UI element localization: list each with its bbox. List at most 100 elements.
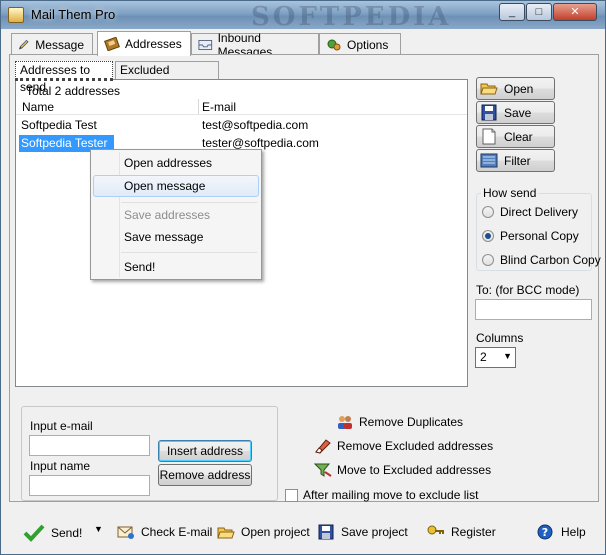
move-excluded-action[interactable]: Move to Excluded addresses bbox=[314, 462, 491, 478]
column-divider[interactable] bbox=[198, 99, 199, 115]
after-mailing-checkbox[interactable]: After mailing move to exclude list bbox=[285, 488, 478, 502]
subtab-excluded-addresses[interactable]: Excluded addresses bbox=[115, 61, 219, 94]
open-project-icon bbox=[217, 527, 235, 539]
filter-icon bbox=[480, 153, 498, 168]
menu-item-save-message[interactable]: Save message bbox=[93, 226, 259, 248]
help-button[interactable]: ? Help bbox=[537, 524, 586, 540]
tab-addresses[interactable]: Addresses bbox=[97, 31, 191, 56]
help-label: Help bbox=[561, 525, 586, 539]
users-icon bbox=[338, 416, 352, 429]
close-button[interactable]: ✕ bbox=[553, 3, 597, 21]
tab-options[interactable]: Options bbox=[319, 33, 401, 55]
main-tabs: Message Addresses Inbound Messages Optio… bbox=[9, 31, 599, 59]
radio-circle bbox=[482, 254, 494, 266]
open-button[interactable]: Open bbox=[476, 77, 555, 100]
open-project-button[interactable]: Open project bbox=[217, 524, 310, 540]
menu-separator bbox=[121, 202, 257, 203]
bottom-toolbar: Send! ▼ Check E-mail Open project Save p… bbox=[1, 506, 605, 554]
main-window: Mail Them Pro SOFTPEDIA _ □ ✕ Message Ad… bbox=[0, 0, 606, 555]
remove-address-button[interactable]: Remove address bbox=[158, 464, 252, 486]
tab-message[interactable]: Message bbox=[11, 33, 93, 55]
how-send-label: How send bbox=[481, 186, 539, 200]
move-excluded-label: Move to Excluded addresses bbox=[337, 463, 492, 477]
eraser-icon bbox=[315, 439, 331, 454]
context-menu: Open addresses Open message Save address… bbox=[90, 149, 262, 280]
save-disk-icon bbox=[481, 104, 497, 121]
menu-item-open-message[interactable]: Open message bbox=[93, 175, 259, 197]
menu-item-send[interactable]: Send! bbox=[93, 256, 259, 278]
window-title: Mail Them Pro bbox=[31, 7, 116, 22]
inbox-icon bbox=[198, 39, 213, 50]
clear-button-label: Clear bbox=[504, 129, 533, 144]
clear-page-icon bbox=[482, 128, 496, 145]
tab-addresses-label: Addresses bbox=[125, 37, 182, 51]
save-project-icon bbox=[318, 524, 334, 540]
radio-direct-delivery[interactable]: Direct Delivery bbox=[482, 205, 578, 219]
funnel-icon bbox=[314, 463, 332, 477]
table-row[interactable]: Softpedia Test test@softpedia.com bbox=[16, 117, 467, 134]
input-name-label: Input name bbox=[30, 459, 91, 473]
key-icon bbox=[427, 525, 444, 535]
checkmark-icon bbox=[23, 524, 45, 542]
radio-label: Blind Carbon Copy bbox=[500, 253, 601, 267]
register-label: Register bbox=[451, 525, 496, 539]
watermark: SOFTPEDIA bbox=[251, 2, 452, 32]
columns-label: Columns bbox=[476, 331, 524, 345]
input-name-field[interactable] bbox=[29, 475, 150, 496]
minimize-button[interactable]: _ bbox=[499, 3, 525, 21]
subtab-addresses-to-send[interactable]: Addresses to send bbox=[15, 61, 113, 94]
input-email-label: Input e-mail bbox=[30, 419, 93, 433]
send-dropdown-arrow-icon[interactable]: ▼ bbox=[94, 524, 103, 534]
filter-button[interactable]: Filter bbox=[476, 149, 555, 172]
check-email-button[interactable]: Check E-mail bbox=[117, 524, 212, 540]
input-email-field[interactable] bbox=[29, 435, 150, 456]
open-folder-icon bbox=[480, 83, 498, 95]
radio-label: Personal Copy bbox=[500, 229, 579, 243]
save-project-label: Save project bbox=[341, 525, 408, 539]
register-button[interactable]: Register bbox=[427, 524, 496, 540]
radio-blind-carbon-copy[interactable]: Blind Carbon Copy bbox=[482, 253, 601, 267]
columns-select[interactable]: 2 ▼ bbox=[475, 347, 516, 368]
to-bcc-label: To: (for BCC mode) bbox=[476, 283, 580, 297]
send-button[interactable]: Send! bbox=[23, 524, 82, 542]
radio-circle bbox=[482, 206, 494, 218]
clear-button[interactable]: Clear bbox=[476, 125, 555, 148]
address-book-icon bbox=[104, 37, 120, 51]
checkbox-box bbox=[285, 488, 298, 502]
app-icon bbox=[8, 7, 24, 23]
pencil-icon bbox=[18, 39, 29, 49]
radio-personal-copy[interactable]: Personal Copy bbox=[482, 229, 579, 243]
menu-separator bbox=[121, 252, 257, 253]
row-name: Softpedia Test bbox=[21, 118, 97, 132]
help-icon: ? bbox=[537, 524, 553, 540]
remove-duplicates-label: Remove Duplicates bbox=[359, 415, 464, 429]
save-button[interactable]: Save bbox=[476, 101, 555, 124]
save-button-label: Save bbox=[504, 105, 532, 120]
tab-options-label: Options bbox=[347, 37, 389, 52]
send-label: Send! bbox=[51, 526, 83, 540]
remove-excluded-label: Remove Excluded addresses bbox=[337, 439, 494, 453]
save-project-button[interactable]: Save project bbox=[317, 524, 408, 540]
maximize-button[interactable]: □ bbox=[526, 3, 552, 21]
check-email-label: Check E-mail bbox=[141, 525, 213, 539]
to-bcc-input[interactable] bbox=[475, 299, 592, 320]
menu-item-save-addresses: Save addresses bbox=[124, 208, 211, 222]
tab-inbound-messages[interactable]: Inbound Messages bbox=[191, 31, 319, 59]
insert-address-button[interactable]: Insert address bbox=[158, 440, 252, 462]
menu-item-open-addresses[interactable]: Open addresses bbox=[93, 152, 259, 174]
radio-label: Direct Delivery bbox=[500, 205, 579, 219]
title-bar[interactable]: Mail Them Pro SOFTPEDIA _ □ ✕ bbox=[1, 1, 605, 32]
filter-button-label: Filter bbox=[504, 153, 531, 168]
svg-text:?: ? bbox=[542, 526, 548, 539]
radio-circle-selected bbox=[482, 230, 494, 242]
column-header-name[interactable]: Name bbox=[22, 100, 54, 114]
open-button-label: Open bbox=[504, 81, 534, 96]
column-header-email[interactable]: E-mail bbox=[202, 100, 236, 114]
dropdown-arrow-icon: ▼ bbox=[503, 351, 512, 361]
tab-message-label: Message bbox=[35, 37, 84, 52]
envelope-icon bbox=[117, 526, 134, 539]
row-email: test@softpedia.com bbox=[202, 118, 309, 132]
remove-excluded-action[interactable]: Remove Excluded addresses bbox=[314, 438, 493, 454]
remove-duplicates-action[interactable]: Remove Duplicates bbox=[336, 414, 463, 430]
options-icon bbox=[327, 39, 341, 50]
